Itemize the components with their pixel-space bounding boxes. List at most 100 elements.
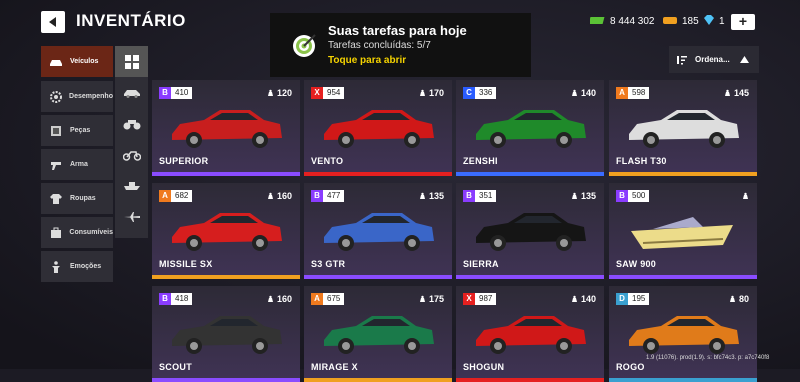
sidebar-item-clothes[interactable]: Roupas [41, 183, 113, 214]
vehicle-card[interactable]: B 477 135 S3 GTR [304, 183, 452, 279]
class-rating: 987 [475, 293, 497, 305]
car-image [476, 213, 586, 251]
class-badge: X 987 [463, 293, 497, 305]
vehicle-card[interactable]: A 598 145 FLASH T30 [609, 80, 757, 176]
rarity-bar [609, 172, 757, 176]
class-letter: A [159, 190, 171, 202]
weight-stat: 140 [571, 88, 596, 98]
filter-cars-button[interactable] [115, 77, 148, 108]
class-letter: B [159, 87, 171, 99]
weight-icon [572, 192, 578, 199]
car-icon [49, 55, 63, 69]
class-badge: B 500 [616, 190, 650, 202]
weight-icon [268, 192, 274, 199]
vehicle-card[interactable]: B 410 120 SUPERIOR [152, 80, 300, 176]
class-rating: 351 [475, 190, 497, 202]
parts-icon [49, 124, 63, 138]
rarity-bar [456, 378, 604, 382]
moto-filter-icon [122, 150, 141, 161]
diamond-counter: 1 [703, 15, 725, 28]
sidebar-item-performance[interactable]: Desempenho [41, 81, 113, 112]
atv-filter-icon [123, 119, 140, 129]
vehicle-name: SHOGUN [463, 362, 505, 372]
car-image [324, 110, 434, 148]
gun-icon [49, 158, 63, 172]
weight-stat: 170 [419, 88, 444, 98]
weight-stat: 175 [419, 294, 444, 304]
sort-dropdown[interactable]: Ordena... [669, 46, 759, 73]
weight-value: 135 [428, 191, 444, 201]
class-rating: 675 [323, 293, 345, 305]
weight-icon [268, 295, 274, 302]
class-letter: X [463, 293, 475, 305]
shirt-icon [49, 192, 63, 206]
vehicle-card[interactable]: B 351 135 SIERRA [456, 183, 604, 279]
car-filter-icon [123, 89, 140, 98]
filter-all-button[interactable] [115, 46, 148, 77]
daily-tasks-banner[interactable]: Suas tarefas para hoje Tarefas concluída… [270, 13, 531, 77]
filter-moto-button[interactable] [115, 139, 148, 170]
car-image [476, 110, 586, 148]
add-currency-button[interactable]: + [731, 14, 755, 30]
class-letter: B [616, 190, 628, 202]
vehicle-card[interactable]: B 418 160 SCOUT [152, 286, 300, 382]
weight-stat: 80 [729, 294, 749, 304]
box-icon [49, 226, 62, 240]
boat-filter-icon [123, 181, 140, 190]
vehicle-name: MIRAGE X [311, 362, 358, 372]
boat-image [631, 217, 733, 249]
weight-value: 145 [733, 88, 749, 98]
weight-icon [420, 89, 426, 96]
sidebar-item-vehicles[interactable]: Veículos [41, 46, 113, 77]
fuel-value: 185 [682, 16, 699, 27]
diamond-value: 1 [719, 16, 725, 27]
weight-value: 140 [580, 88, 596, 98]
vehicle-card[interactable]: A 682 160 MISSILE SX [152, 183, 300, 279]
rarity-bar [456, 275, 604, 279]
class-rating: 477 [323, 190, 345, 202]
sort-label: Ordena... [695, 55, 730, 64]
plane-filter-icon [123, 211, 140, 222]
sidebar-item-consumables[interactable]: Consumíveis [41, 217, 113, 248]
rarity-bar [152, 172, 300, 176]
vehicle-card[interactable]: D 195 80 ROGO [609, 286, 757, 382]
class-rating: 500 [628, 190, 650, 202]
class-rating: 598 [628, 87, 650, 99]
filter-atv-button[interactable] [115, 108, 148, 139]
sidebar-item-parts[interactable]: Peças [41, 115, 113, 146]
class-letter: B [463, 190, 475, 202]
version-text: 1.9 (11076). prod(1.9). s: bfc74c3. p: a… [646, 355, 770, 361]
weight-value: 175 [428, 294, 444, 304]
weight-icon [572, 295, 578, 302]
vehicle-card[interactable]: A 675 175 MIRAGE X [304, 286, 452, 382]
vehicle-card[interactable]: C 336 140 ZENSHI [456, 80, 604, 176]
car-image [629, 110, 739, 148]
car-image [172, 316, 282, 354]
filter-planes-button[interactable] [115, 201, 148, 232]
vehicle-card[interactable]: X 954 170 VENTO [304, 80, 452, 176]
class-badge: D 195 [616, 293, 650, 305]
sidebar-label: Consumíveis [69, 229, 113, 236]
weight-icon [420, 192, 426, 199]
weight-icon [268, 89, 274, 96]
filter-boats-button[interactable] [115, 170, 148, 201]
class-rating: 195 [628, 293, 650, 305]
car-image [324, 316, 434, 354]
chevron-up-icon [739, 56, 749, 63]
vehicle-name: VENTO [311, 156, 344, 166]
class-badge: B 418 [159, 293, 193, 305]
vehicle-card[interactable]: X 987 140 SHOGUN [456, 286, 604, 382]
weight-stat: 135 [419, 191, 444, 201]
weight-stat: 145 [724, 88, 749, 98]
car-image [476, 316, 586, 354]
vehicle-card[interactable]: B 500 SAW 900 [609, 183, 757, 279]
weight-stat: 140 [571, 294, 596, 304]
fuel-counter: 185 [662, 15, 699, 28]
sidebar-label: Arma [70, 161, 88, 168]
class-badge: B 410 [159, 87, 193, 99]
sidebar-item-weapon[interactable]: Arma [41, 149, 113, 180]
back-button[interactable] [41, 11, 65, 33]
vehicle-name: SAW 900 [616, 259, 657, 269]
sidebar-item-emotes[interactable]: Emoções [41, 251, 113, 282]
weight-icon [743, 192, 748, 199]
